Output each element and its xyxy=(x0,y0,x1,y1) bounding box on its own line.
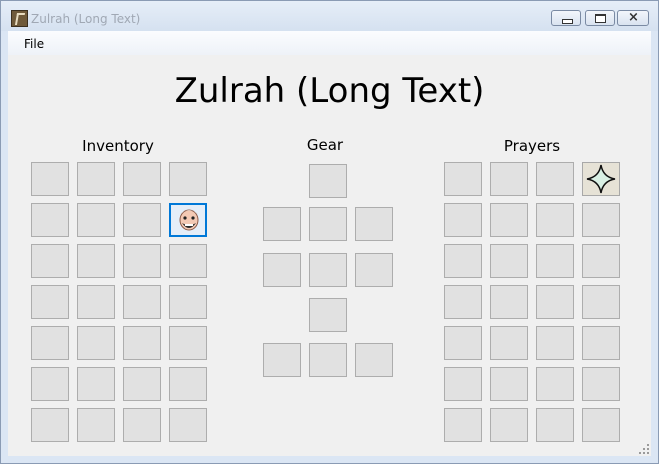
prayer-slot[interactable] xyxy=(490,162,528,196)
prayer-slot[interactable] xyxy=(444,326,482,360)
inventory-slot[interactable] xyxy=(123,326,161,360)
inventory-slot[interactable] xyxy=(31,367,69,401)
gear-slot-legs[interactable] xyxy=(309,298,347,332)
maximize-button[interactable] xyxy=(585,10,615,26)
inventory-slot[interactable] xyxy=(169,408,207,442)
prayer-slot[interactable] xyxy=(490,203,528,237)
inventory-slot[interactable] xyxy=(169,162,207,196)
resize-grip-icon[interactable] xyxy=(639,444,649,454)
inventory-title: Inventory xyxy=(82,137,154,155)
inventory-slot[interactable] xyxy=(169,326,207,360)
prayer-slot[interactable] xyxy=(444,367,482,401)
gear-slot-ammo[interactable] xyxy=(355,207,393,241)
inventory-slot[interactable] xyxy=(169,244,207,278)
minimize-button[interactable] xyxy=(551,10,581,26)
inventory-slot[interactable] xyxy=(77,244,115,278)
gear-slot-body[interactable] xyxy=(309,253,347,287)
gear-title: Gear xyxy=(306,136,344,154)
inventory-slot[interactable] xyxy=(31,162,69,196)
prayer-slot[interactable] xyxy=(444,285,482,319)
inventory-slot[interactable] xyxy=(77,285,115,319)
gear-slot-feet[interactable] xyxy=(309,343,347,377)
prayer-slot[interactable] xyxy=(490,408,528,442)
inventory-slot[interactable] xyxy=(123,244,161,278)
prayer-slot[interactable] xyxy=(444,244,482,278)
prayer-slot[interactable] xyxy=(536,367,574,401)
inventory-slot[interactable] xyxy=(169,285,207,319)
prayer-slot[interactable] xyxy=(490,367,528,401)
character-face-icon xyxy=(179,209,199,231)
page-title: Zulrah (Long Text) xyxy=(174,71,485,111)
inventory-slot[interactable] xyxy=(31,244,69,278)
inventory-slot[interactable] xyxy=(77,367,115,401)
title-bar[interactable]: Zulrah (Long Text) × xyxy=(1,1,658,31)
menu-file[interactable]: File xyxy=(24,37,44,51)
inventory-slot[interactable] xyxy=(169,203,207,237)
gear-slot-shield[interactable] xyxy=(355,253,393,287)
prayer-slot[interactable] xyxy=(536,244,574,278)
gear-slot-ring[interactable] xyxy=(355,343,393,377)
four-point-star-icon xyxy=(586,164,616,194)
inventory-slot[interactable] xyxy=(123,203,161,237)
prayer-slot[interactable] xyxy=(444,203,482,237)
prayer-slot[interactable] xyxy=(582,244,620,278)
inventory-slot[interactable] xyxy=(123,285,161,319)
prayer-slot[interactable] xyxy=(536,408,574,442)
menu-bar: File xyxy=(8,31,651,55)
window-title: Zulrah (Long Text) xyxy=(31,12,141,26)
inventory-slot[interactable] xyxy=(77,162,115,196)
gear-slot-head[interactable] xyxy=(309,164,347,198)
prayer-slot[interactable] xyxy=(582,203,620,237)
gear-slot-hands[interactable] xyxy=(263,343,301,377)
prayer-slot[interactable] xyxy=(536,203,574,237)
maximize-icon xyxy=(595,14,606,23)
inventory-slot[interactable] xyxy=(123,162,161,196)
prayer-slot[interactable] xyxy=(490,326,528,360)
prayer-slot[interactable] xyxy=(444,408,482,442)
inventory-slot[interactable] xyxy=(123,408,161,442)
prayer-slot[interactable] xyxy=(490,244,528,278)
inventory-slot[interactable] xyxy=(77,408,115,442)
inventory-slot[interactable] xyxy=(123,367,161,401)
prayer-slot[interactable] xyxy=(536,326,574,360)
prayer-slot[interactable] xyxy=(582,285,620,319)
close-button[interactable]: × xyxy=(617,10,649,26)
prayer-slot[interactable] xyxy=(582,408,620,442)
gear-slot-neck[interactable] xyxy=(309,207,347,241)
gear-slot-weapon[interactable] xyxy=(263,253,301,287)
prayer-slot[interactable] xyxy=(536,285,574,319)
app-icon[interactable] xyxy=(11,10,28,27)
inventory-slot[interactable] xyxy=(31,285,69,319)
prayer-slot[interactable] xyxy=(444,162,482,196)
prayer-slot[interactable] xyxy=(582,326,620,360)
inventory-slot[interactable] xyxy=(31,203,69,237)
client-area: File Zulrah (Long Text) Inventory Gear P… xyxy=(8,31,651,456)
inventory-slot[interactable] xyxy=(31,408,69,442)
inventory-slot[interactable] xyxy=(77,326,115,360)
app-window: Zulrah (Long Text) × File Zulrah (Long T… xyxy=(0,0,659,464)
inventory-slot[interactable] xyxy=(169,367,207,401)
prayer-slot[interactable] xyxy=(582,162,620,196)
gear-slot-cape[interactable] xyxy=(263,207,301,241)
close-icon: × xyxy=(628,10,639,25)
prayer-slot[interactable] xyxy=(582,367,620,401)
prayer-slot[interactable] xyxy=(536,162,574,196)
prayer-slot[interactable] xyxy=(490,285,528,319)
inventory-slot[interactable] xyxy=(77,203,115,237)
inventory-slot[interactable] xyxy=(31,326,69,360)
minimize-icon xyxy=(562,19,573,24)
prayers-title: Prayers xyxy=(503,137,561,155)
